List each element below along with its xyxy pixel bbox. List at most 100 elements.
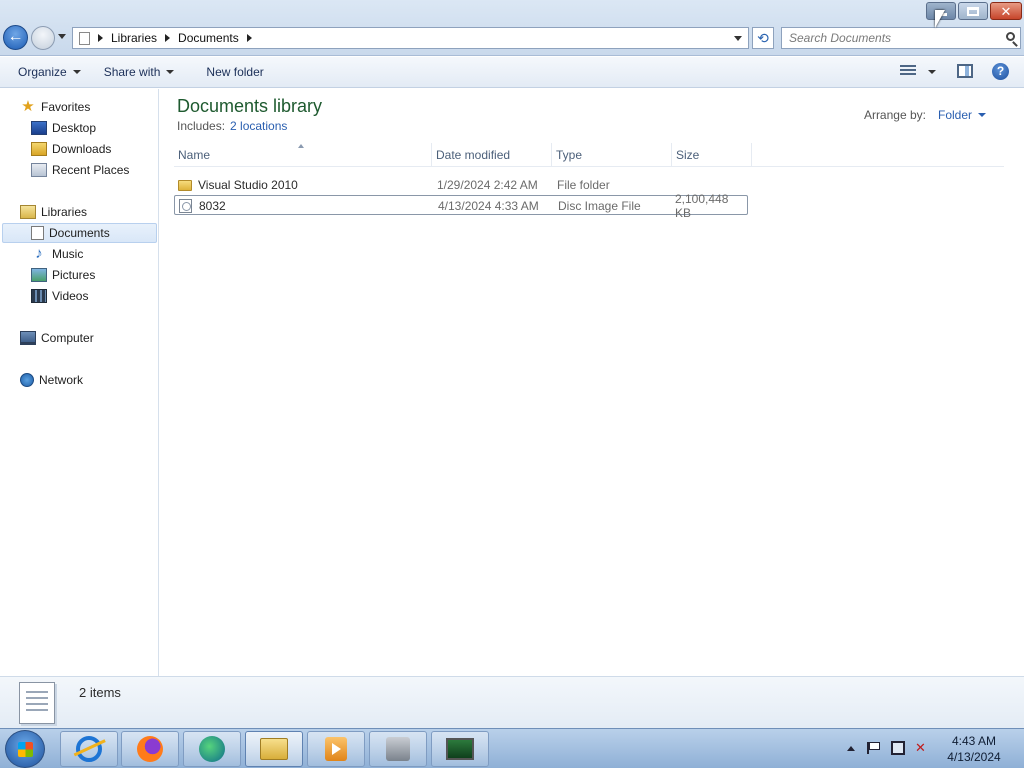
volume-muted-icon[interactable]: ✕ — [915, 741, 929, 755]
file-date: 4/13/2024 4:33 AM — [438, 199, 539, 213]
close-icon: ✕ — [1000, 3, 1012, 19]
nav-videos[interactable]: Videos — [31, 286, 88, 306]
star-icon: ★ — [21, 98, 35, 115]
music-icon: ♪ — [35, 245, 43, 262]
chevron-down-icon[interactable] — [978, 113, 986, 117]
share-with-button[interactable]: Share with — [96, 60, 183, 84]
page-title: Documents library — [177, 96, 323, 116]
recent-places-icon — [31, 163, 47, 177]
disc-image-icon — [179, 199, 192, 213]
details-pane: 2 items — [0, 676, 1024, 728]
tools-icon — [386, 737, 410, 761]
back-button[interactable]: ← — [3, 25, 28, 50]
view-options-dropdown[interactable] — [928, 70, 936, 74]
network-status-icon[interactable] — [891, 741, 905, 755]
nav-desktop[interactable]: Desktop — [31, 118, 96, 138]
taskbar: ✕ 4:43 AM 4/13/2024 — [0, 728, 1024, 768]
search-icon[interactable] — [1006, 32, 1015, 41]
column-date-modified[interactable]: Date modified — [432, 143, 552, 167]
internet-explorer-icon — [76, 736, 102, 762]
chevron-down-icon — [166, 70, 175, 74]
edge-icon — [199, 736, 225, 762]
back-arrow-icon: ← — [7, 28, 24, 45]
locations-link[interactable]: 2 locations — [230, 119, 287, 133]
taskbar-edge[interactable] — [183, 731, 241, 767]
system-tray: ✕ 4:43 AM 4/13/2024 — [840, 729, 1024, 768]
taskbar-internet-explorer[interactable] — [60, 731, 118, 767]
file-name-cell: 8032 — [179, 196, 429, 216]
breadcrumb-libraries[interactable]: Libraries — [111, 31, 157, 45]
navigation-pane: ★ Favorites Desktop Downloads Recent Pla… — [0, 89, 159, 676]
nav-network[interactable]: Network — [20, 370, 83, 390]
start-button[interactable] — [5, 730, 45, 768]
nav-computer[interactable]: Computer — [20, 328, 94, 348]
clock-date: 4/13/2024 — [947, 750, 1001, 764]
taskbar-tools[interactable] — [369, 731, 427, 767]
clock[interactable]: 4:43 AM 4/13/2024 — [944, 733, 1004, 765]
breadcrumb-arrow-icon[interactable] — [246, 34, 252, 42]
documents-library-icon — [19, 682, 55, 724]
monitor-icon — [446, 738, 474, 760]
file-list-pane: Documents library Includes: 2 locations A… — [160, 89, 1024, 676]
includes-label: Includes: — [177, 119, 226, 133]
new-folder-button[interactable]: New folder — [198, 60, 271, 84]
firefox-icon — [137, 736, 163, 762]
show-hidden-icons-icon[interactable] — [847, 746, 855, 751]
nav-favorites-label: Favorites — [41, 100, 91, 114]
column-header: Name Date modified Type Size — [174, 143, 1004, 167]
computer-icon — [20, 331, 36, 345]
nav-documents[interactable]: Documents — [2, 223, 157, 243]
nav-pictures[interactable]: Pictures — [31, 265, 95, 285]
file-name-cell: Visual Studio 2010 — [178, 175, 428, 195]
breadcrumb-arrow-icon[interactable] — [165, 34, 171, 42]
file-name: 8032 — [199, 199, 226, 213]
mouse-cursor-icon — [935, 10, 945, 28]
action-center-flag-icon[interactable] — [867, 742, 880, 754]
nav-pictures-label: Pictures — [52, 268, 96, 282]
desktop-icon — [31, 121, 47, 135]
folder-icon — [178, 179, 192, 191]
column-size[interactable]: Size — [672, 143, 752, 167]
address-bar[interactable]: Libraries Documents — [72, 27, 749, 49]
page-icon — [79, 31, 90, 45]
taskbar-monitor[interactable] — [431, 731, 489, 767]
forward-button[interactable] — [31, 26, 55, 50]
taskbar-media-player[interactable] — [307, 731, 365, 767]
command-bar: Organize Share with New folder ? — [0, 57, 1024, 88]
close-button[interactable]: ✕ — [990, 2, 1022, 20]
nav-libraries[interactable]: Libraries — [20, 202, 87, 222]
clock-time: 4:43 AM — [951, 734, 997, 748]
file-row-8032[interactable]: 8032 4/13/2024 4:33 AM Disc Image File 2… — [174, 192, 748, 220]
refresh-button[interactable]: ⟲ — [752, 27, 774, 49]
nav-downloads[interactable]: Downloads — [31, 139, 111, 159]
breadcrumb-documents[interactable]: Documents — [178, 31, 239, 45]
preview-pane-icon[interactable] — [957, 64, 973, 78]
restore-button[interactable] — [958, 2, 988, 20]
file-type: File folder — [557, 178, 610, 192]
nav-favorites[interactable]: ★ Favorites — [20, 97, 90, 117]
file-row-visual-studio-2010[interactable]: Visual Studio 2010 1/29/2024 2:42 AM Fil… — [174, 175, 748, 195]
change-view-icon[interactable] — [900, 65, 916, 78]
taskbar-file-explorer[interactable] — [245, 731, 303, 767]
nav-recent-places[interactable]: Recent Places — [31, 160, 129, 180]
nav-music[interactable]: ♪ Music — [31, 244, 83, 264]
media-player-icon — [325, 737, 347, 761]
search-input[interactable] — [789, 28, 999, 48]
column-type[interactable]: Type — [552, 143, 672, 167]
recent-pages-dropdown[interactable] — [58, 34, 66, 39]
address-dropdown-icon[interactable] — [734, 36, 742, 41]
network-icon — [20, 373, 34, 387]
search-box[interactable] — [781, 27, 1021, 49]
downloads-icon — [31, 142, 47, 156]
file-name: Visual Studio 2010 — [198, 178, 298, 192]
column-name[interactable]: Name — [174, 143, 432, 167]
documents-icon — [31, 226, 44, 240]
arrange-by-dropdown[interactable]: Folder — [938, 108, 972, 122]
taskbar-firefox[interactable] — [121, 731, 179, 767]
nav-videos-label: Videos — [52, 289, 89, 303]
new-folder-label: New folder — [206, 65, 264, 79]
organize-button[interactable]: Organize — [10, 60, 89, 84]
help-icon[interactable]: ? — [992, 63, 1009, 80]
breadcrumb-arrow-icon[interactable] — [98, 34, 103, 42]
share-with-label: Share with — [103, 65, 161, 79]
